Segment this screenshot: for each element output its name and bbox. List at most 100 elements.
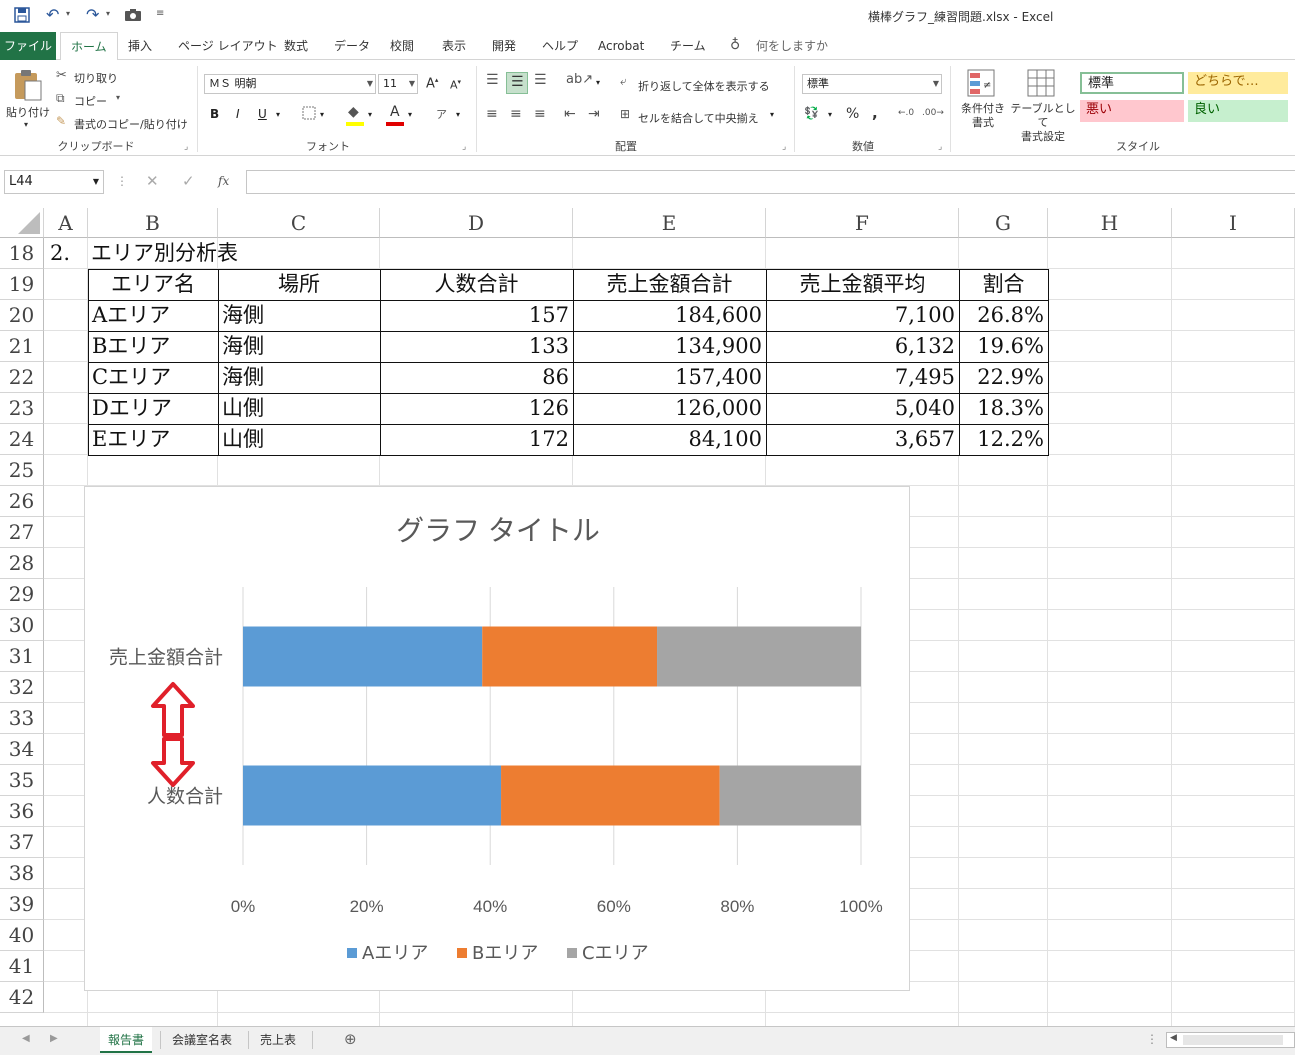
phonetic-icon[interactable]: ア <box>436 106 447 122</box>
bold-button[interactable]: B <box>210 107 219 121</box>
format-painter-button[interactable]: 書式のコピー/貼り付け <box>74 116 188 132</box>
underline-dropdown-icon[interactable]: ▾ <box>276 110 280 119</box>
align-left-icon[interactable]: ≡ <box>486 106 498 122</box>
row-header-36[interactable]: 36 <box>0 796 44 827</box>
italic-button[interactable]: I <box>236 107 240 121</box>
row-header-24[interactable]: 24 <box>0 424 44 455</box>
table-cell[interactable]: 22.9% <box>959 362 1048 392</box>
splitter-icon[interactable]: ⋮ <box>1146 1032 1158 1046</box>
table-cell[interactable]: 126,000 <box>573 393 766 423</box>
row-header-38[interactable]: 38 <box>0 858 44 889</box>
clipboard-launcher-icon[interactable]: ⌟ <box>184 142 188 152</box>
row-header-37[interactable]: 37 <box>0 827 44 858</box>
orientation-icon[interactable]: ab↗ <box>566 72 593 87</box>
format-as-table-icon[interactable] <box>1026 68 1058 100</box>
decrease-decimal-icon[interactable]: .00→ <box>922 108 944 118</box>
sheet-tab-report[interactable]: 報告書 <box>100 1027 153 1053</box>
currency-dropdown-icon[interactable]: ▾ <box>828 110 832 119</box>
table-cell[interactable]: 山側 <box>218 393 380 423</box>
tab-team[interactable]: チーム <box>660 32 716 60</box>
table-cell[interactable]: 157,400 <box>573 362 766 392</box>
table-header-area-name[interactable]: エリア名 <box>88 269 218 299</box>
table-cell[interactable]: 18.3% <box>959 393 1048 423</box>
table-header-sales-total[interactable]: 売上金額合計 <box>573 269 766 299</box>
tab-review[interactable]: 校閲 <box>380 32 424 60</box>
row-header-29[interactable]: 29 <box>0 579 44 610</box>
undo-dropdown-icon[interactable]: ▾ <box>66 9 70 18</box>
grow-font-icon[interactable]: A▴ <box>426 76 438 91</box>
table-cell[interactable]: 5,040 <box>766 393 959 423</box>
percent-button[interactable]: % <box>846 106 859 122</box>
function-icon[interactable]: fx <box>218 174 229 188</box>
sheet-tab-sales[interactable]: 売上表 <box>252 1027 304 1053</box>
tab-developer[interactable]: 開発 <box>482 32 526 60</box>
column-header-h[interactable]: H <box>1048 208 1172 238</box>
redo-icon[interactable]: ↷ <box>86 5 99 24</box>
row-header-35[interactable]: 35 <box>0 765 44 796</box>
paste-dropdown-icon[interactable]: ▾ <box>24 120 28 129</box>
row-header-27[interactable]: 27 <box>0 517 44 548</box>
paste-button[interactable]: 貼り付け <box>6 104 50 120</box>
orientation-dropdown-icon[interactable]: ▾ <box>596 78 600 87</box>
redo-dropdown-icon[interactable]: ▾ <box>106 9 110 18</box>
tell-me-search[interactable]: 何をしますか <box>746 32 838 60</box>
font-name-select[interactable]: ＭＳ 明朝 ▼ <box>204 74 376 94</box>
column-header-e[interactable]: E <box>573 208 766 238</box>
number-format-select[interactable]: 標準 ▼ <box>802 74 942 94</box>
table-cell[interactable]: 海側 <box>218 300 380 330</box>
row-header-19[interactable]: 19 <box>0 269 44 300</box>
align-bottom-icon[interactable]: ☰ <box>534 72 547 88</box>
row-header-42[interactable]: 42 <box>0 982 44 1013</box>
horizontal-scrollbar[interactable]: ◀ <box>1166 1032 1295 1048</box>
currency-icon[interactable]: 💱 <box>804 106 819 120</box>
row-header-33[interactable]: 33 <box>0 703 44 734</box>
conditional-format-button[interactable]: 条件付き 書式 <box>958 102 1008 130</box>
name-box[interactable]: L44 ▼ <box>4 170 104 194</box>
merge-dropdown-icon[interactable]: ▾ <box>770 110 774 119</box>
table-cell[interactable]: 7,100 <box>766 300 959 330</box>
tab-help[interactable]: ヘルプ <box>532 32 588 60</box>
style-normal[interactable]: 標準 <box>1080 72 1184 94</box>
column-header-b[interactable]: B <box>88 208 218 238</box>
row-header-23[interactable]: 23 <box>0 393 44 424</box>
table-cell[interactable]: 6,132 <box>766 331 959 361</box>
font-launcher-icon[interactable]: ⌟ <box>462 142 466 152</box>
tab-file[interactable]: ファイル <box>0 32 56 60</box>
table-cell[interactable]: 26.8% <box>959 300 1048 330</box>
row-header-22[interactable]: 22 <box>0 362 44 393</box>
table-cell[interactable]: 7,495 <box>766 362 959 392</box>
cut-button[interactable]: 切り取り <box>74 70 118 86</box>
row-header-32[interactable]: 32 <box>0 672 44 703</box>
select-all-corner[interactable] <box>0 208 44 238</box>
table-header-location[interactable]: 場所 <box>218 269 380 299</box>
style-neutral[interactable]: どちらで… <box>1188 72 1288 94</box>
undo-icon[interactable]: ↶ <box>46 5 59 24</box>
row-header-40[interactable]: 40 <box>0 920 44 951</box>
tab-scroll-right-icon[interactable]: ▶ <box>50 1033 58 1044</box>
row-header-28[interactable]: 28 <box>0 548 44 579</box>
tab-view[interactable]: 表示 <box>432 32 476 60</box>
table-cell[interactable]: 86 <box>380 362 573 392</box>
scrollbar-thumb[interactable] <box>1183 1035 1283 1045</box>
font-color-dropdown-icon[interactable]: ▾ <box>408 110 412 119</box>
fill-color-icon[interactable]: ◆ <box>348 104 359 120</box>
align-right-icon[interactable]: ≡ <box>534 106 546 122</box>
table-header-ratio[interactable]: 割合 <box>959 269 1048 299</box>
underline-button[interactable]: U <box>258 107 267 121</box>
column-header-c[interactable]: C <box>218 208 380 238</box>
chart-title[interactable]: グラフ タイトル <box>396 515 600 546</box>
tab-page-layout[interactable]: ページ レイアウト <box>168 32 288 60</box>
row-header-25[interactable]: 25 <box>0 455 44 486</box>
style-bad[interactable]: 悪い <box>1080 100 1184 122</box>
decrease-indent-icon[interactable]: ⇤ <box>564 106 576 122</box>
table-cell[interactable]: 126 <box>380 393 573 423</box>
table-cell[interactable]: 134,900 <box>573 331 766 361</box>
merge-center-button[interactable]: セルを結合して中央揃え <box>638 110 759 126</box>
table-cell[interactable]: Dエリア <box>88 393 218 423</box>
enter-icon[interactable]: ✓ <box>182 172 195 190</box>
camera-icon[interactable] <box>124 8 142 22</box>
tab-scroll-left-icon[interactable]: ◀ <box>22 1033 30 1044</box>
increase-indent-icon[interactable]: ⇥ <box>588 106 600 122</box>
row-header-18[interactable]: 18 <box>0 238 44 269</box>
copy-dropdown-icon[interactable]: ▾ <box>116 93 120 102</box>
